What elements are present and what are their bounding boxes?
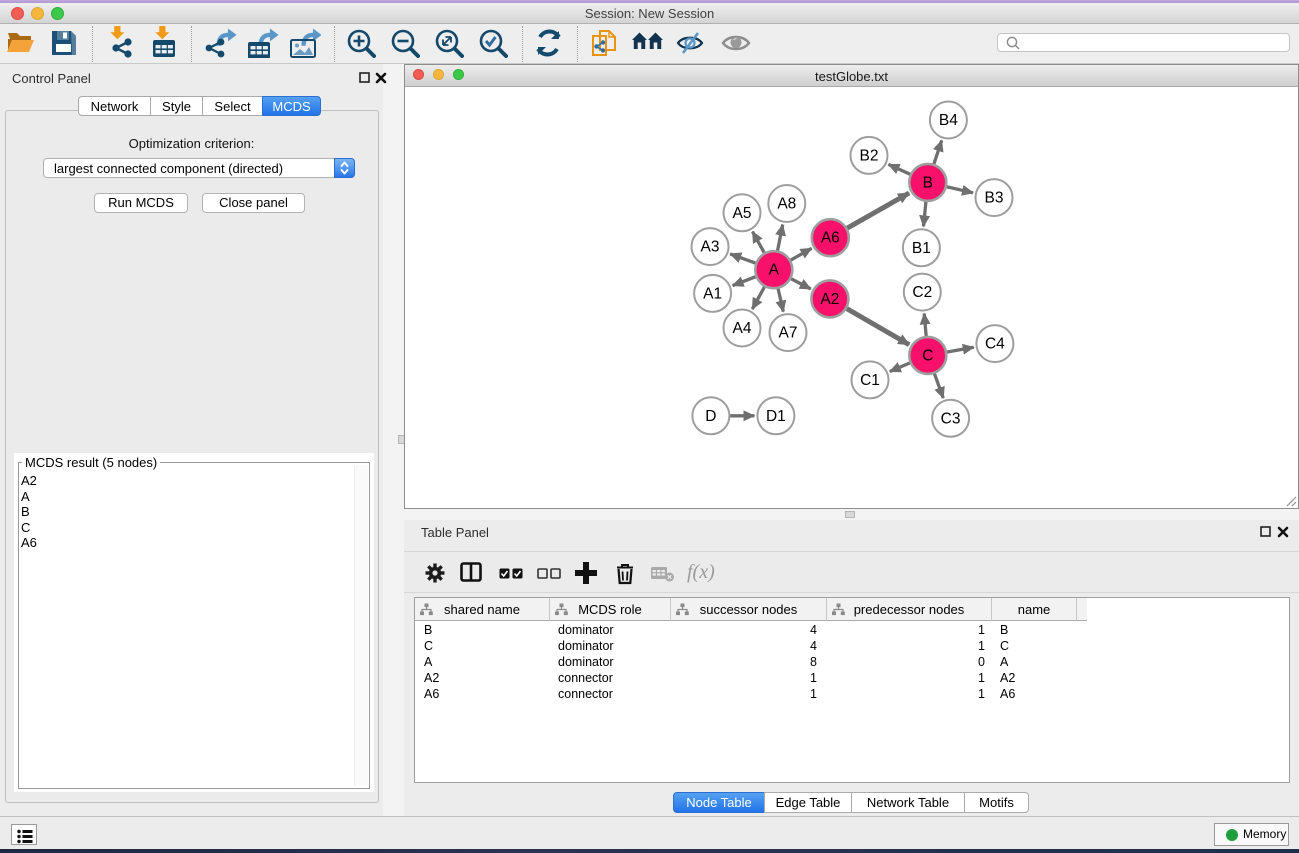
svg-text:A7: A7 — [779, 325, 798, 342]
svg-text:C4: C4 — [985, 336, 1005, 353]
svg-text:A3: A3 — [701, 239, 720, 256]
svg-text:A: A — [769, 262, 780, 279]
svg-text:B1: B1 — [912, 240, 931, 257]
svg-text:C1: C1 — [860, 372, 880, 389]
svg-text:C2: C2 — [912, 284, 932, 301]
svg-text:A2: A2 — [820, 291, 839, 308]
svg-text:A5: A5 — [733, 205, 752, 222]
svg-text:D1: D1 — [766, 408, 786, 425]
svg-text:A8: A8 — [777, 196, 796, 213]
svg-text:C: C — [922, 347, 933, 364]
svg-text:A4: A4 — [733, 320, 752, 337]
svg-text:A1: A1 — [703, 285, 722, 302]
svg-text:B: B — [923, 174, 933, 191]
svg-text:A6: A6 — [821, 230, 840, 247]
svg-text:C3: C3 — [941, 410, 961, 427]
svg-text:B3: B3 — [985, 190, 1004, 207]
svg-text:B4: B4 — [939, 112, 958, 129]
svg-text:D: D — [705, 408, 716, 425]
svg-text:B2: B2 — [860, 147, 879, 164]
